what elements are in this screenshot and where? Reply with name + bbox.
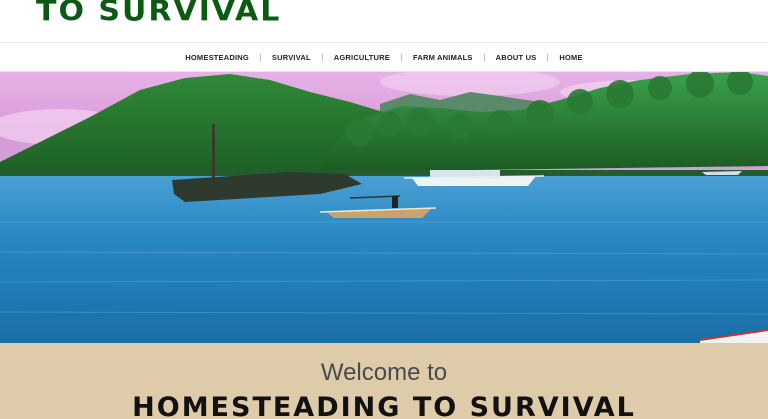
nav-divider [259,53,261,61]
nav-item-label[interactable]: HOME [559,53,582,62]
nav-divider [401,53,402,61]
site-header: TO SURVIVAL [0,0,768,42]
nav-item-about-us[interactable]: ABOUT US [496,43,537,71]
nav-item-label[interactable]: FARM ANIMALS [413,53,473,62]
nav-list: HOMESTEADING SURVIVAL AGRICULTURE FARM A… [0,43,768,71]
site-logo[interactable]: TO SURVIVAL [36,0,281,31]
pier-pole [212,124,215,178]
nav-item-survival[interactable]: SURVIVAL [272,43,311,71]
nav-item-home[interactable]: HOME [559,43,582,71]
nav-divider [547,53,549,61]
welcome-title: HOMESTEADING TO SURVIVAL [132,392,636,419]
nav-divider [483,53,485,61]
hero-image [0,72,768,343]
main-navigation: HOMESTEADING SURVIVAL AGRICULTURE FARM A… [0,42,768,72]
bay-landscape-image [0,72,768,343]
nav-item-label[interactable]: ABOUT US [496,53,537,62]
bay-water [0,176,768,343]
nav-divider [321,53,323,61]
nav-item-label[interactable]: SURVIVAL [272,53,311,62]
nav-item-agriculture[interactable]: AGRICULTURE [334,43,390,71]
welcome-intro: Welcome to [320,359,448,386]
nav-item-label[interactable]: HOMESTEADING [185,53,249,62]
nav-item-label[interactable]: AGRICULTURE [334,53,390,62]
welcome-banner: Welcome to HOMESTEADING TO SURVIVAL [0,343,768,419]
nav-item-farm-animals[interactable]: FARM ANIMALS [413,43,473,71]
nav-item-homesteading[interactable]: HOMESTEADING [185,43,249,71]
page: TO SURVIVAL HOMESTEADING SURVIVAL AGRICU… [0,0,768,419]
